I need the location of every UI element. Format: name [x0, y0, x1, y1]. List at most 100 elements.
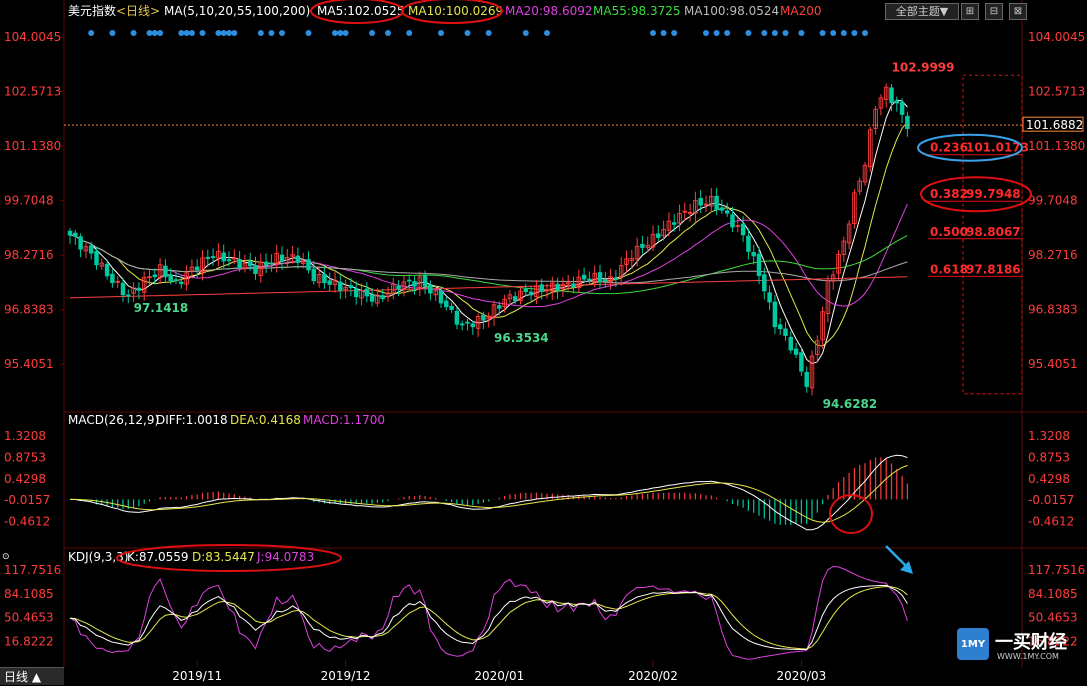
kdj-tick-right: 50.4653 — [1028, 611, 1078, 625]
signal-dot — [157, 30, 164, 36]
macd-tick-right: -0.4612 — [1028, 515, 1074, 529]
candle-body — [295, 255, 301, 263]
candle-body — [194, 266, 200, 271]
fib-ratio: 0.500 — [930, 225, 968, 239]
candle-body — [581, 274, 587, 280]
signal-dot — [671, 30, 678, 36]
candle-body — [221, 252, 226, 262]
brand-logo: 1MY 一买财经 WWW.1MY.COM — [957, 628, 1087, 668]
candle-body — [894, 100, 900, 104]
all-themes-dropdown[interactable]: 全部主题▼ — [885, 3, 959, 20]
ma-indicator-label[interactable]: MA(5,10,20,55,100,200) — [164, 4, 310, 18]
price-tick-right: 102.5713 — [1028, 85, 1085, 99]
ma100-value: MA100:98.0524 — [684, 4, 779, 18]
candle-body — [640, 243, 645, 248]
candle-body — [719, 207, 725, 211]
macd-dea-line — [70, 465, 908, 523]
candle-body — [67, 230, 73, 236]
kdj-axis: 117.7516 117.7516 84.1085 84.1085 50.4653 50.… — [4, 563, 1085, 648]
signal-dot — [178, 30, 185, 36]
maximize-icon[interactable]: ⊞ — [961, 3, 979, 20]
signal-dot — [798, 30, 805, 36]
candle-body — [788, 336, 794, 351]
candle-body — [724, 210, 730, 214]
close-icon[interactable]: ⊠ — [1009, 3, 1027, 20]
macd-tick-left: -0.4612 — [4, 515, 50, 529]
macd-value: MACD:1.1700 — [303, 413, 385, 427]
kdj-menu-icon[interactable]: ⊙ — [2, 552, 10, 562]
signal-dot — [109, 30, 116, 36]
brand-mark-icon: 1MY — [957, 628, 989, 660]
brand-url: WWW.1MY.COM — [997, 652, 1059, 661]
price-tick-right: 104.0045 — [1028, 30, 1085, 44]
macd-tick-left: 0.8753 — [4, 450, 46, 464]
candle-body — [110, 273, 115, 284]
candle-body — [428, 284, 433, 294]
candle-body — [348, 285, 354, 288]
signal-dot — [199, 30, 206, 36]
candle-body — [247, 261, 253, 267]
symbol-name: 美元指数 — [68, 3, 116, 18]
ma20-line — [69, 203, 908, 308]
signal-dot — [485, 30, 492, 36]
candle-body — [412, 281, 417, 287]
signal-dot — [724, 30, 731, 36]
candle-body — [756, 253, 762, 276]
signal-dot — [406, 30, 413, 36]
price-tick-right: 95.4051 — [1028, 357, 1078, 371]
signal-dot — [279, 30, 285, 36]
kdj-tick-right: 84.1085 — [1028, 587, 1078, 601]
signal-dot — [544, 30, 550, 36]
candle-body — [237, 259, 242, 269]
candle-body — [422, 275, 428, 287]
kdj-tick-left: 117.7516 — [4, 563, 61, 577]
signal-dot — [713, 30, 720, 36]
candle-body — [380, 295, 385, 299]
signal-dot — [830, 30, 837, 36]
main-price-axis: 104.0045 104.0045 102.5713 102.5713 101.1380… — [4, 30, 1085, 371]
candle-body — [327, 280, 332, 285]
candle-body — [746, 235, 751, 252]
candle-body — [168, 274, 173, 282]
candle-body — [459, 323, 465, 326]
fib-ratio: 0.382 — [930, 187, 968, 201]
signal-dot — [522, 30, 529, 36]
ma5-value: MA5:102.0525 — [317, 4, 405, 18]
candle-body — [120, 282, 126, 296]
macd-tick-left: 0.4298 — [4, 472, 46, 486]
kdj-tick-left: 16.8222 — [4, 635, 54, 649]
macd-name[interactable]: MACD(26,12,9) — [68, 413, 159, 427]
candle-body — [306, 259, 311, 271]
candle-body — [338, 281, 343, 291]
signal-dot — [369, 30, 376, 36]
signal-dot — [268, 30, 275, 36]
signal-dot — [151, 30, 158, 36]
candle-body — [523, 288, 529, 293]
fib-ratio: 0.236 — [930, 141, 968, 155]
candle-body — [465, 321, 470, 324]
candle-body — [406, 279, 412, 282]
candle-body — [369, 294, 375, 302]
period-tab[interactable]: 日线 ▲ — [0, 667, 64, 685]
kdj-tick-left: 50.4653 — [4, 611, 54, 625]
signal-dot — [231, 30, 238, 36]
kdj-d: D:83.5447 — [192, 550, 255, 564]
date-label: 2020/01 — [474, 669, 524, 683]
signal-dot — [342, 30, 349, 36]
candle-body — [555, 283, 560, 291]
candle-body — [889, 87, 894, 104]
price-tick-left: 95.4051 — [4, 357, 54, 371]
candle-body — [899, 102, 905, 115]
macd-tick-left: 1.3208 — [4, 429, 46, 443]
restore-icon[interactable]: ⊟ — [985, 3, 1003, 20]
date-axis: 2019/11 2019/12 2020/01 2020/02 2020/03 — [172, 660, 826, 683]
signal-dot — [840, 30, 847, 36]
candle-body — [783, 328, 788, 336]
kdj-name[interactable]: KDJ(9,3,3) — [68, 550, 129, 564]
kline-chart[interactable]: 美元指数 <日线> MA(5,10,20,55,100,200) MA5:102… — [0, 0, 1087, 685]
period-label[interactable]: <日线> — [116, 4, 160, 18]
kdj-lines — [69, 565, 908, 660]
macd-cross-highlight-ring — [829, 494, 873, 534]
candle-body — [714, 195, 719, 211]
candle-body — [512, 296, 518, 301]
